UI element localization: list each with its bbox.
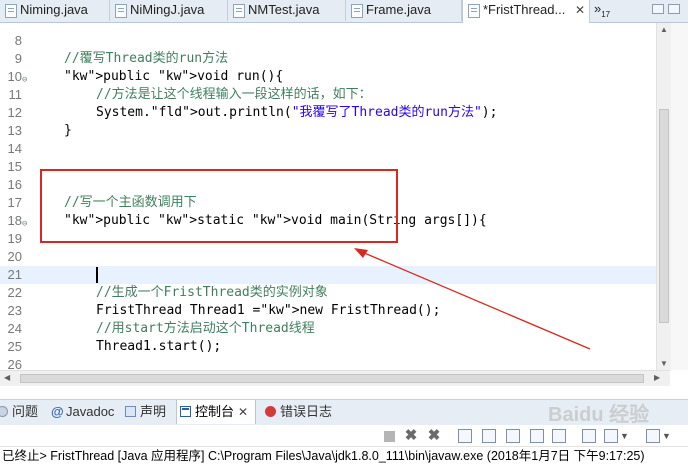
console-toolbar: ✖ ✖ ▼ ▼ [0,425,688,447]
view-tab-declaration[interactable]: 声明 [122,400,172,424]
view-tab-problems[interactable]: 问题 [0,400,46,424]
console-icon [180,406,191,417]
console-status-text: 已终止> FristThread [Java 应用程序] C:\Program … [2,449,645,463]
remove-launch-icon[interactable]: ✖ [404,428,418,443]
view-tab-label: 控制台 [195,404,235,419]
annotation-arrow [354,248,591,350]
view-tab-label: 声明 [140,404,167,419]
error-log-icon [265,406,276,417]
chevron-down-icon[interactable]: ▼ [620,429,634,443]
problems-icon [0,406,8,417]
view-tab-label: 问题 [12,404,39,419]
console-status-line: 已终止> FristThread [Java 应用程序] C:\Program … [0,446,688,466]
clear-console-icon[interactable] [458,429,472,443]
pin-console-icon[interactable] [582,429,596,443]
javadoc-icon: @ [51,404,64,419]
view-tab-label: 错误日志 [280,404,333,419]
remove-all-launches-icon[interactable]: ✖ [427,428,441,443]
terminate-icon[interactable] [384,431,395,442]
open-console-icon[interactable] [646,429,660,443]
word-wrap-icon[interactable] [506,429,520,443]
show-console-on-output-icon[interactable] [530,429,544,443]
watermark-logo: Baidu 经验 [548,404,650,426]
declaration-icon [125,406,136,417]
close-view-icon[interactable]: ✕ [238,405,248,419]
view-tab-error-log[interactable]: 错误日志 [262,400,342,424]
chevron-down-icon[interactable]: ▼ [662,429,676,443]
view-tab-console[interactable]: 控制台 ✕ [176,400,256,424]
view-tab-javadoc[interactable]: @ Javadoc [48,400,118,424]
view-tab-label: Javadoc [66,404,115,419]
scroll-lock-icon[interactable] [482,429,496,443]
display-selected-console-icon[interactable] [604,429,618,443]
show-console-on-error-icon[interactable] [552,429,566,443]
